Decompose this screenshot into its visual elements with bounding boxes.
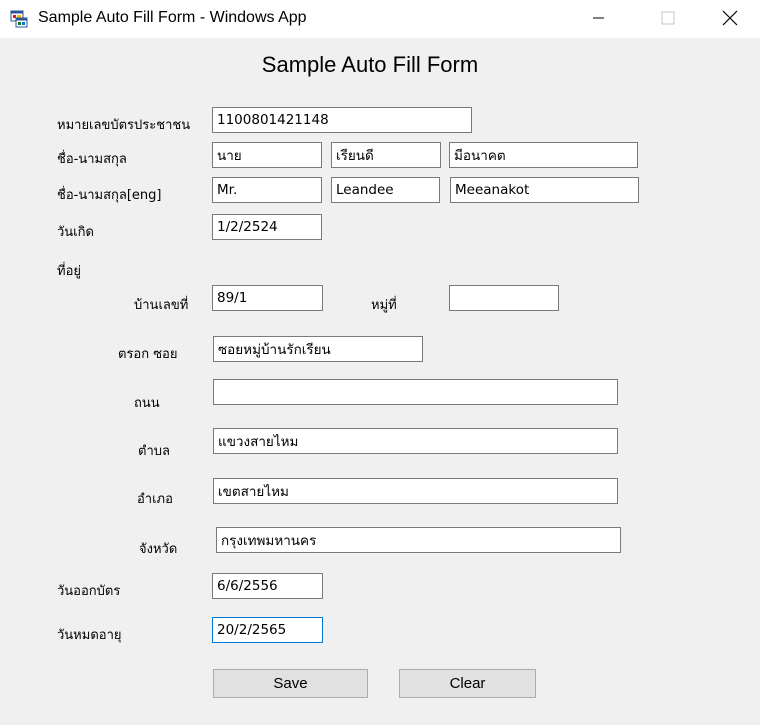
app-icon: [10, 10, 28, 28]
soi-input[interactable]: [213, 336, 423, 362]
subdistrict-label: ตำบล: [138, 444, 170, 459]
save-button[interactable]: Save: [213, 669, 368, 698]
moo-label: หมู่ที่: [371, 298, 397, 313]
close-icon: [722, 10, 738, 26]
name-th-label: ชื่อ-นามสกุล: [57, 152, 127, 167]
maximize-button[interactable]: [645, 0, 691, 36]
subdistrict-input[interactable]: [213, 428, 618, 454]
window-title: Sample Auto Fill Form - Windows App: [38, 9, 307, 26]
district-label: อำเภอ: [137, 492, 173, 507]
issue-date-label: วันออกบัตร: [57, 584, 121, 599]
district-input[interactable]: [213, 478, 618, 504]
minimize-button[interactable]: [576, 0, 622, 36]
road-input[interactable]: [213, 379, 618, 405]
house-no-input[interactable]: [212, 285, 323, 311]
id-number-input[interactable]: [212, 107, 472, 133]
id-number-label: หมายเลขบัตรประชาชน: [57, 118, 191, 133]
soi-label: ตรอก ซอย: [118, 347, 178, 362]
expiry-date-input[interactable]: [212, 617, 323, 643]
first-name-th-input[interactable]: [331, 142, 441, 168]
maximize-icon: [661, 11, 675, 25]
name-en-label: ชื่อ-นามสกุล[eng]: [57, 188, 162, 203]
form-title: Sample Auto Fill Form: [261, 52, 479, 77]
expiry-date-label: วันหมดอายุ: [57, 628, 122, 643]
minimize-icon: [593, 17, 604, 19]
close-button[interactable]: [707, 0, 753, 36]
moo-input[interactable]: [449, 285, 559, 311]
clear-button[interactable]: Clear: [399, 669, 536, 698]
birthdate-label: วันเกิด: [57, 225, 94, 240]
prefix-en-input[interactable]: [212, 177, 322, 203]
prefix-th-input[interactable]: [212, 142, 322, 168]
address-label: ที่อยู่: [57, 264, 81, 279]
issue-date-input[interactable]: [212, 573, 323, 599]
province-label: จังหวัด: [139, 542, 178, 557]
road-label: ถนน: [134, 396, 160, 411]
birthdate-input[interactable]: [212, 214, 322, 240]
last-name-th-input[interactable]: [449, 142, 638, 168]
first-name-en-input[interactable]: [331, 177, 440, 203]
window-titlebar[interactable]: Sample Auto Fill Form - Windows App: [0, 0, 760, 38]
province-input[interactable]: [216, 527, 621, 553]
last-name-en-input[interactable]: [450, 177, 639, 203]
house-no-label: บ้านเลขที่: [134, 298, 189, 313]
